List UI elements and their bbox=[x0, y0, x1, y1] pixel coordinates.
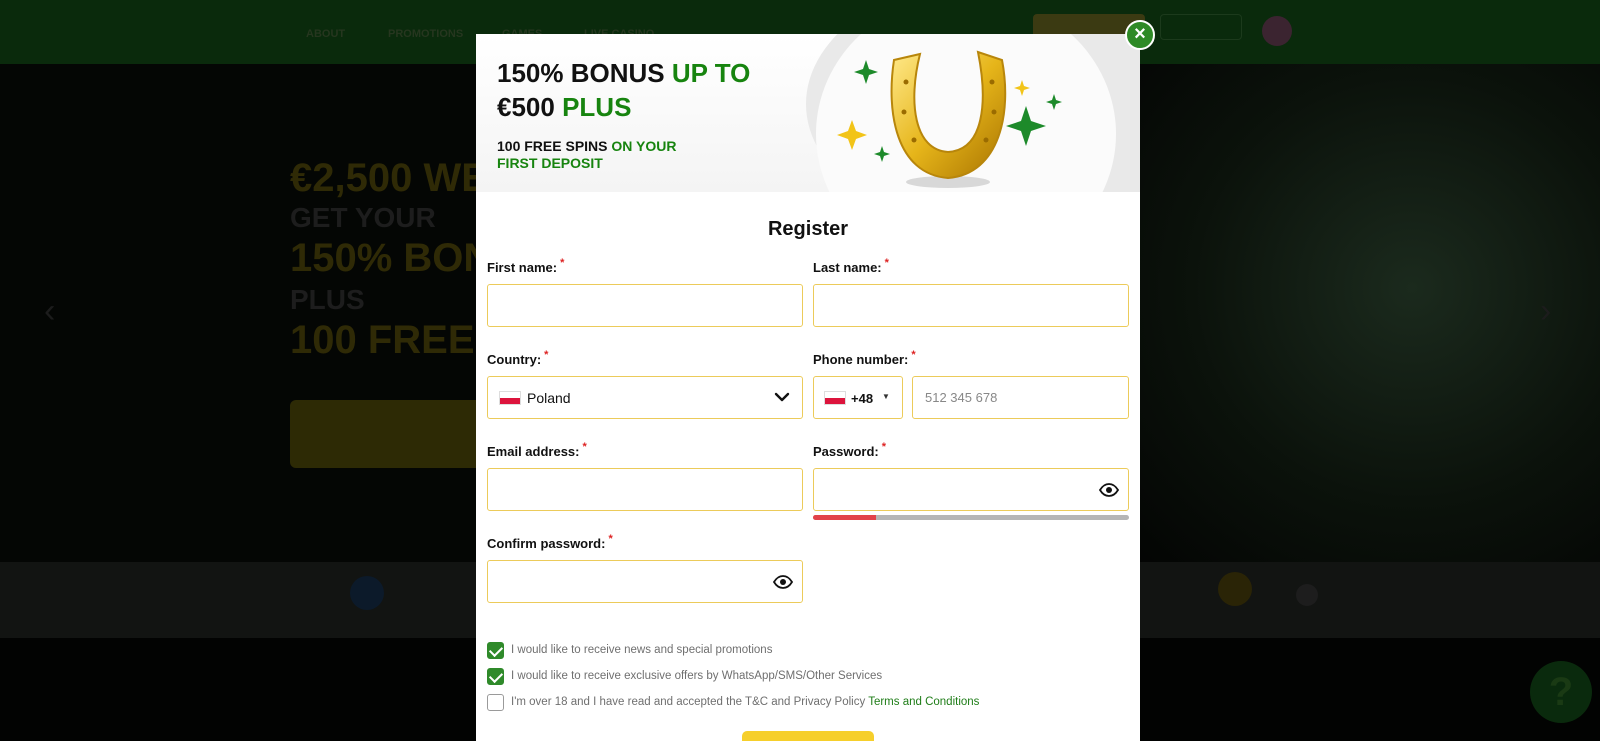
close-icon[interactable]: × bbox=[1125, 20, 1155, 50]
chevron-down-icon bbox=[774, 392, 790, 402]
required-mark: * bbox=[881, 441, 887, 453]
terms-link[interactable]: Terms and Conditions bbox=[868, 696, 979, 708]
help-button[interactable]: ? bbox=[1530, 661, 1592, 723]
leprechaun-image bbox=[1130, 64, 1600, 562]
first-name-input[interactable] bbox=[487, 284, 803, 327]
bonus-subline: 100 FREE SPINS ON YOUR FIRST DEPOSIT bbox=[497, 138, 676, 172]
phone-code-select[interactable]: +48 ▼ bbox=[813, 376, 903, 419]
carousel-next-icon[interactable]: › bbox=[1540, 292, 1551, 331]
required-mark: * bbox=[884, 257, 889, 269]
bonus-banner: 150% BONUS UP TO €500 PLUS 100 FREE SPIN… bbox=[476, 34, 1140, 192]
label-text: First name: bbox=[487, 260, 558, 275]
offers-consent-checkbox[interactable] bbox=[487, 668, 504, 685]
first-name-label: First name: * bbox=[487, 257, 564, 275]
phone-code-value: +48 bbox=[851, 391, 874, 406]
caret-down-icon: ▼ bbox=[882, 392, 890, 401]
terms-consent-text: I'm over 18 and I have read and accepted… bbox=[511, 696, 979, 708]
offers-consent-text: I would like to receive exclusive offers… bbox=[511, 670, 883, 682]
poland-flag-icon bbox=[824, 391, 846, 405]
category-icon[interactable] bbox=[350, 576, 384, 610]
headline-highlight: PLUS bbox=[562, 92, 632, 122]
country-value: Poland bbox=[527, 390, 571, 406]
password-strength-fill bbox=[813, 515, 877, 520]
register-submit-button[interactable] bbox=[742, 731, 874, 741]
label-text: Password: bbox=[813, 444, 879, 459]
email-label: Email address: * bbox=[487, 441, 587, 459]
nav-link-promotions[interactable]: PROMOTIONS bbox=[388, 28, 463, 40]
last-name-input[interactable] bbox=[813, 284, 1129, 327]
hero-cta-button[interactable] bbox=[290, 400, 490, 468]
phone-number-input[interactable] bbox=[912, 376, 1129, 419]
nav-link-about[interactable]: ABOUT bbox=[306, 28, 345, 40]
country-select[interactable]: Poland bbox=[487, 376, 803, 419]
required-mark: * bbox=[544, 349, 549, 361]
required-mark: * bbox=[608, 533, 613, 545]
required-mark: * bbox=[560, 257, 565, 269]
headline-text: 150% BONUS bbox=[497, 58, 672, 88]
category-icon[interactable] bbox=[1218, 572, 1252, 606]
show-confirm-password-eye-icon[interactable] bbox=[773, 575, 793, 589]
poland-flag-icon bbox=[499, 391, 521, 405]
required-mark: * bbox=[582, 441, 587, 453]
country-label: Country: * bbox=[487, 349, 548, 367]
news-consent-text: I would like to receive news and special… bbox=[511, 644, 773, 656]
show-password-eye-icon[interactable] bbox=[1099, 483, 1119, 497]
register-title: Register bbox=[767, 218, 849, 240]
label-text: Email address: bbox=[487, 444, 580, 459]
label-text: Confirm password: bbox=[487, 536, 606, 551]
password-strength-bar bbox=[813, 515, 1129, 520]
headline-text: €500 bbox=[497, 92, 563, 122]
language-flag-icon[interactable] bbox=[1262, 16, 1292, 46]
category-icon[interactable] bbox=[1296, 584, 1318, 606]
last-name-label: Last name: * bbox=[813, 257, 889, 275]
register-modal: 150% BONUS UP TO €500 PLUS 100 FREE SPIN… bbox=[476, 34, 1140, 741]
carousel-prev-icon[interactable]: ‹ bbox=[44, 292, 55, 331]
bonus-headline: 150% BONUS UP TO €500 PLUS bbox=[497, 56, 750, 124]
horseshoe-icon bbox=[837, 50, 1062, 188]
password-label: Password: * bbox=[813, 441, 886, 459]
email-input[interactable] bbox=[487, 468, 803, 511]
login-header-button[interactable] bbox=[1160, 14, 1242, 40]
headline-highlight: UP TO bbox=[671, 58, 751, 88]
hero-line: GET YOUR bbox=[290, 202, 436, 233]
subline-highlight: ON YOUR bbox=[611, 138, 677, 154]
news-consent-checkbox[interactable] bbox=[487, 642, 504, 659]
confirm-password-input[interactable] bbox=[487, 560, 803, 603]
subline-highlight: FIRST DEPOSIT bbox=[497, 155, 603, 171]
terms-consent-checkbox[interactable] bbox=[487, 694, 504, 711]
terms-text: I'm over 18 and I have read and accepted… bbox=[511, 696, 869, 708]
hero-line: PLUS bbox=[290, 284, 365, 315]
label-text: Phone number: bbox=[813, 352, 909, 367]
required-mark: * bbox=[911, 349, 916, 361]
label-text: Last name: bbox=[813, 260, 882, 275]
label-text: Country: bbox=[487, 352, 542, 367]
phone-label: Phone number: * bbox=[813, 349, 916, 367]
subline-text: 100 FREE SPINS bbox=[497, 138, 612, 154]
password-input[interactable] bbox=[813, 468, 1129, 511]
confirm-password-label: Confirm password: * bbox=[487, 533, 613, 551]
